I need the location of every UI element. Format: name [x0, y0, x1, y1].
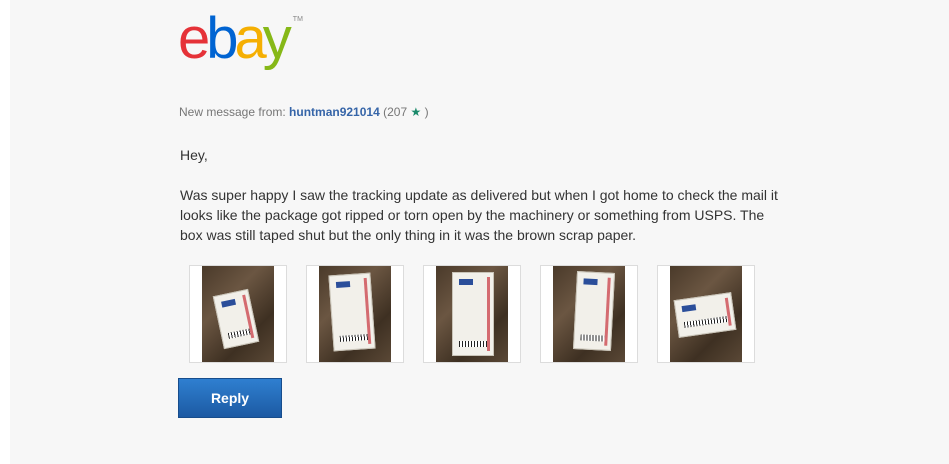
package-photo-image	[436, 266, 508, 362]
ebay-logo: ebay TM	[178, 6, 303, 71]
photo-thumbnail-1[interactable]	[189, 265, 287, 363]
message-greeting: Hey,	[180, 147, 208, 163]
photo-thumbnail-2[interactable]	[306, 265, 404, 363]
feedback-score: (207	[383, 105, 408, 119]
photo-thumbnail-4[interactable]	[540, 265, 638, 363]
message-body: Hey, Was super happy I saw the tracking …	[180, 145, 780, 265]
photo-thumbnail-3[interactable]	[423, 265, 521, 363]
package-photo-image	[670, 266, 742, 362]
package-photo-image	[553, 266, 625, 362]
sender-username-link[interactable]: huntman921014	[289, 105, 380, 119]
sender-line: New message from: huntman921014 (207 ★ )	[179, 105, 429, 119]
package-photo-image	[202, 266, 274, 362]
package-photo-image	[319, 266, 391, 362]
message-paragraph: Was super happy I saw the tracking updat…	[180, 187, 778, 243]
photo-thumbnail-5[interactable]	[657, 265, 755, 363]
feedback-star-icon: ★	[410, 105, 422, 119]
sender-prefix: New message from:	[179, 105, 286, 119]
feedback-close: )	[424, 105, 429, 119]
photo-attachments	[189, 265, 755, 363]
reply-button[interactable]: Reply	[178, 378, 282, 418]
